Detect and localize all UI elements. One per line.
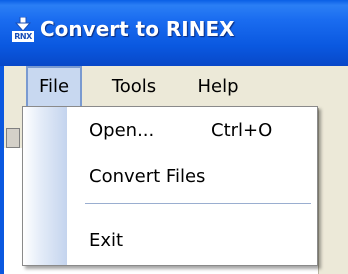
menu-item-open[interactable]: Open... Ctrl+O [23, 111, 317, 151]
window-title: Convert to RINEX [40, 17, 235, 41]
menu-file[interactable]: File [26, 66, 82, 108]
menu-bar: File Tools Help [0, 66, 348, 108]
menu-item-open-label: Open... [89, 120, 155, 141]
menu-help[interactable]: Help [192, 66, 244, 108]
menu-separator [85, 203, 311, 204]
menu-item-convert-files-label: Convert Files [89, 166, 206, 187]
download-arrow-icon [15, 17, 31, 31]
rnx-icon-label: RNX [12, 31, 34, 42]
file-menu-dropdown: Open... Ctrl+O Convert Files Exit [22, 106, 318, 266]
menu-item-convert-files[interactable]: Convert Files [23, 157, 317, 197]
toolbar-button[interactable] [6, 128, 20, 148]
menu-item-exit[interactable]: Exit [23, 221, 317, 261]
menu-item-exit-label: Exit [89, 230, 124, 251]
menu-item-open-shortcut: Ctrl+O [211, 120, 273, 141]
app-window: RNX Convert to RINEX File Tools Help Ope… [0, 0, 348, 274]
right-panel [318, 108, 348, 274]
menu-tools[interactable]: Tools [104, 66, 164, 108]
rinex-app-icon[interactable]: RNX [12, 17, 34, 43]
title-bar[interactable]: RNX Convert to RINEX [0, 0, 348, 66]
